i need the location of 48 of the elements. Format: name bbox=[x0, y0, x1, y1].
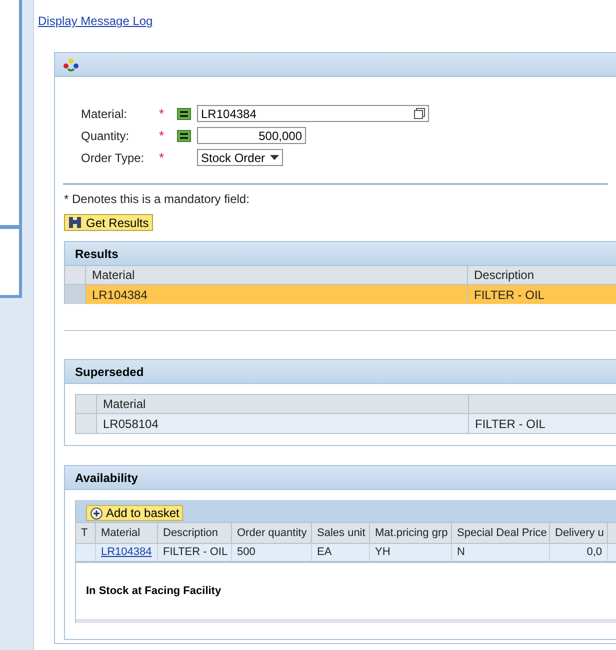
caret-icon bbox=[270, 155, 279, 160]
plus-circle-icon bbox=[90, 506, 103, 520]
panel-header: Availability bbox=[65, 466, 616, 490]
column-header: Sales unit bbox=[312, 523, 370, 543]
column-header: Mat.pricing grp bbox=[370, 523, 452, 543]
column-header: Material bbox=[86, 266, 468, 284]
superseded-row[interactable]: LR058104 FILTER - OIL bbox=[76, 414, 616, 434]
column-header: Description bbox=[158, 523, 232, 543]
column-header: Material bbox=[97, 395, 469, 413]
table-cell-text: EA bbox=[317, 545, 332, 560]
input-field[interactable]: 500,000 bbox=[197, 127, 306, 144]
table-cell-text: 0,0 bbox=[586, 545, 602, 560]
order-type-dropdown[interactable]: Stock Order bbox=[197, 149, 283, 166]
table-cell-text: FILTER - OIL bbox=[163, 545, 228, 560]
table-cell-text: FILTER - OIL bbox=[473, 286, 546, 304]
field-label: Material: bbox=[81, 106, 128, 122]
table-cell: LR058104 bbox=[97, 414, 469, 433]
availability-row[interactable]: LR104384 FILTER - OIL 500 EA YH N 0,0 bbox=[76, 544, 616, 563]
column-header: Special Deal Price bbox=[452, 523, 550, 543]
required-mark: * bbox=[159, 126, 166, 145]
required-mark: * bbox=[159, 148, 166, 167]
column-header: Material bbox=[96, 523, 158, 543]
nodes-icon bbox=[63, 58, 79, 72]
table-cell: LR104384 bbox=[86, 285, 468, 304]
input-field[interactable]: LR104384 bbox=[197, 105, 429, 122]
column-header: Order quantity bbox=[232, 523, 312, 543]
column-header: Delivery u bbox=[550, 523, 608, 543]
field-label: Quantity: bbox=[81, 128, 130, 144]
field-label: Order Type: bbox=[81, 150, 146, 166]
column-header: T bbox=[76, 523, 96, 543]
get-results-button[interactable]: Get Results bbox=[64, 214, 153, 231]
table-cell-text: 500 bbox=[237, 545, 256, 560]
column-header: Description bbox=[473, 267, 536, 284]
mandatory-note: * Denotes this is a mandatory field: bbox=[63, 191, 250, 208]
results-row[interactable]: LR104384 FILTER - OIL bbox=[65, 285, 616, 304]
material-link[interactable]: LR104384 bbox=[101, 544, 152, 561]
stock-status-text: In Stock at Facing Facility bbox=[86, 584, 222, 599]
required-mark: * bbox=[159, 104, 166, 123]
table-cell-text: YH bbox=[375, 545, 390, 560]
add-to-basket-button[interactable]: Add to basket bbox=[86, 505, 184, 521]
equals-icon[interactable] bbox=[177, 108, 191, 120]
value-help-icon[interactable] bbox=[414, 108, 425, 119]
message-log-link[interactable]: Display Message Log bbox=[38, 14, 153, 28]
table-cell-text: FILTER - OIL bbox=[474, 416, 546, 432]
panel-header: Superseded bbox=[65, 360, 616, 384]
panel-header: Results bbox=[65, 242, 616, 266]
equals-icon[interactable] bbox=[177, 130, 191, 142]
table-cell-text: N bbox=[457, 545, 465, 560]
